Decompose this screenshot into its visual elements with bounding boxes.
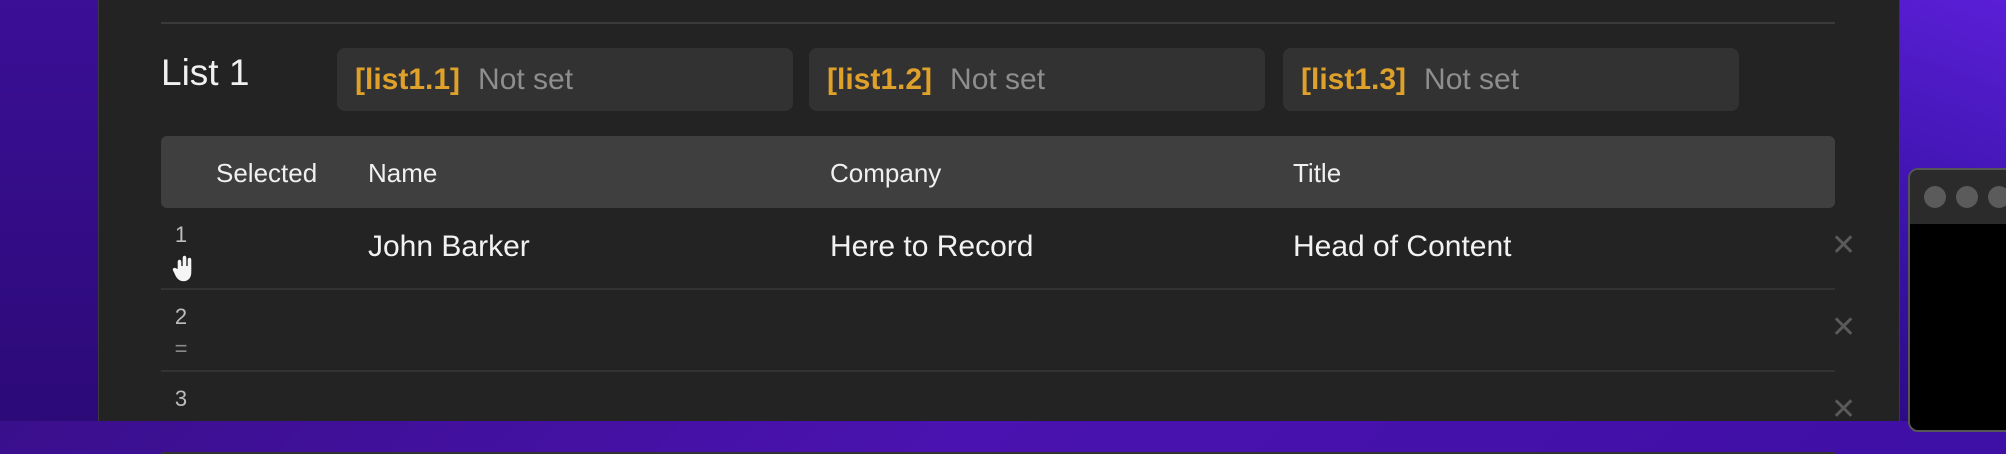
hand-cursor-icon bbox=[171, 254, 193, 283]
drag-handle-icon[interactable] bbox=[171, 254, 193, 290]
slot-key: [list1.3] bbox=[1301, 62, 1407, 96]
slot-key: [list1.2] bbox=[827, 62, 933, 96]
table-row[interactable]: 1 John Barker Here to Record Head of Con… bbox=[161, 208, 1856, 290]
delete-row-icon[interactable]: ✕ bbox=[1831, 392, 1856, 427]
slot-value: Not set bbox=[478, 62, 574, 96]
window-zoom-dot[interactable] bbox=[1988, 186, 2006, 208]
row-number: 1 bbox=[174, 222, 188, 247]
table-row[interactable]: 2 = ✕ bbox=[161, 290, 1856, 372]
row-number: 3 bbox=[174, 386, 188, 411]
list-slot-1[interactable]: [list1.1] Not set bbox=[337, 48, 793, 111]
table-row[interactable]: 3 ✕ bbox=[161, 372, 1856, 454]
table-header: Selected Name Company Title bbox=[161, 136, 1835, 208]
delete-row-icon[interactable]: ✕ bbox=[1831, 228, 1856, 263]
list-slot-2[interactable]: [list1.2] Not set bbox=[809, 48, 1265, 111]
list-slot-3[interactable]: [list1.3] Not set bbox=[1283, 48, 1739, 111]
slot-value: Not set bbox=[950, 62, 1046, 96]
list-panel: List 1 [list1.1] Not set [list1.2] Not s… bbox=[98, 0, 1900, 454]
cell-title[interactable]: Head of Content bbox=[1293, 230, 1511, 264]
header-selected[interactable]: Selected bbox=[216, 158, 317, 189]
header-company[interactable]: Company bbox=[830, 158, 941, 189]
window-titlebar[interactable] bbox=[1910, 170, 2006, 224]
drag-handle-icon[interactable]: = bbox=[171, 336, 191, 362]
divider bbox=[161, 22, 1835, 24]
desktop-background-left bbox=[0, 0, 98, 421]
cell-name[interactable]: John Barker bbox=[368, 230, 530, 264]
slot-key: [list1.1] bbox=[355, 62, 461, 96]
background-window[interactable] bbox=[1908, 168, 2006, 432]
header-title[interactable]: Title bbox=[1293, 158, 1341, 189]
delete-row-icon[interactable]: ✕ bbox=[1831, 310, 1856, 345]
row-number: 2 bbox=[174, 304, 188, 329]
list-title: List 1 bbox=[161, 52, 250, 93]
window-close-dot[interactable] bbox=[1924, 186, 1946, 208]
cell-company[interactable]: Here to Record bbox=[830, 230, 1033, 264]
slot-value: Not set bbox=[1424, 62, 1520, 96]
header-name[interactable]: Name bbox=[368, 158, 437, 189]
window-minimize-dot[interactable] bbox=[1956, 186, 1978, 208]
